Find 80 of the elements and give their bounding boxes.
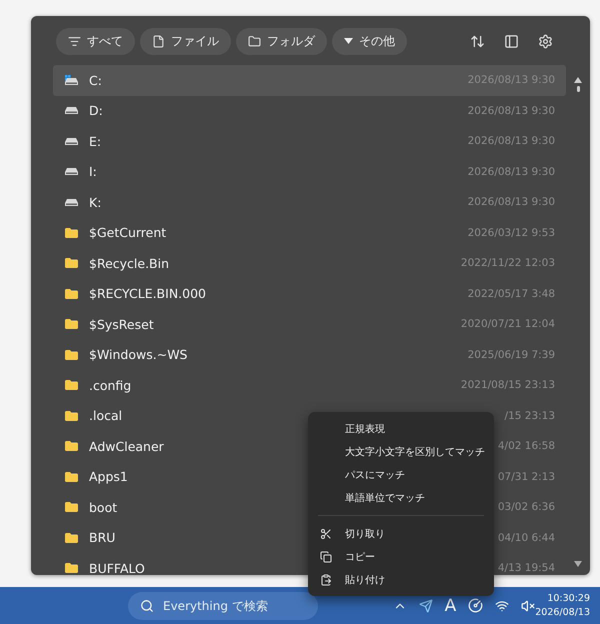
- menu-item[interactable]: コピー: [308, 545, 494, 568]
- folder-icon: [65, 288, 78, 299]
- file-name: $Recycle.Bin: [89, 256, 170, 271]
- modified-date: 2020/07/21 12:04: [460, 318, 556, 330]
- modified-date: 2026/03/12 9:53: [468, 226, 556, 239]
- file-name: K:: [89, 194, 102, 210]
- scroll-down-icon[interactable]: [574, 561, 582, 567]
- modified-date: 4/13 19:54: [498, 562, 556, 574]
- filter-chip[interactable]: その他: [332, 28, 407, 54]
- file-name: AdwCleaner: [89, 438, 164, 454]
- menu-item[interactable]: パスにマッチ: [308, 463, 494, 486]
- folder-icon: [65, 319, 78, 330]
- file-name: BUFFALO: [89, 560, 145, 575]
- modified-date: 2021/08/15 23:13: [460, 379, 556, 392]
- drive-icon: [65, 107, 78, 114]
- modified-date: 2026/08/13 9:30: [468, 104, 556, 117]
- menu-item[interactable]: 大文字小文字を区別してマッチ: [308, 440, 494, 463]
- modified-date: 2026/08/13 9:30: [468, 166, 556, 178]
- file-name: boot: [89, 500, 118, 515]
- gauge-icon[interactable]: [468, 598, 484, 613]
- clipboard-icon: [320, 574, 332, 586]
- search-box[interactable]: Everything で検索: [128, 592, 318, 620]
- modified-date: 2022/05/17 3:48: [468, 288, 556, 300]
- folder-icon: [65, 563, 78, 574]
- modified-date: 2025/06/19 7:39: [468, 348, 556, 361]
- drive-icon: [65, 198, 78, 206]
- scissors-icon: [320, 528, 332, 540]
- modified-date: 07/31 2:13: [498, 470, 556, 483]
- file-name: $GetCurrent: [89, 225, 166, 240]
- file-name: .local: [89, 408, 122, 424]
- file-name: I:: [89, 164, 97, 180]
- filter-chip[interactable]: すべて: [56, 28, 135, 54]
- menu-item[interactable]: 単語単位でマッチ: [308, 486, 494, 509]
- file-icon: [152, 34, 165, 48]
- file-name: $Windows.~WS: [89, 347, 188, 362]
- filter-chip[interactable]: フォルダ: [236, 28, 327, 54]
- muted-speaker-icon[interactable]: [521, 598, 536, 612]
- menu-item[interactable]: 貼り付け: [308, 568, 494, 591]
- search-field[interactable]: Everything で検索: [161, 598, 305, 614]
- file-name: Apps1: [89, 469, 128, 484]
- clock-date[interactable]: 2026/08/13: [535, 606, 590, 620]
- system-drive-icon: [65, 75, 78, 86]
- wifi-icon[interactable]: [495, 598, 510, 612]
- file-name: $SysReset: [89, 316, 154, 332]
- folder-icon: [65, 258, 78, 268]
- folder-icon: [65, 350, 78, 360]
- paper-plane-icon[interactable]: [418, 598, 433, 612]
- folder-icon: [65, 502, 78, 512]
- file-name: .config: [89, 378, 132, 393]
- scrollbar-thumb[interactable]: [576, 86, 580, 92]
- file-name: E:: [89, 134, 102, 149]
- folder-icon: [65, 410, 78, 421]
- folder-icon: [248, 34, 261, 48]
- modified-date: 2026/08/13 9:30: [468, 196, 556, 208]
- folder-icon: [65, 532, 78, 543]
- menu-item[interactable]: 正規表現: [308, 417, 494, 440]
- modified-date: /15 23:13: [504, 410, 556, 422]
- clock-time[interactable]: 10:30:29: [547, 592, 590, 606]
- caret-icon: [344, 38, 353, 44]
- search-icon: [140, 598, 154, 612]
- input-mode-indicator[interactable]: A: [444, 596, 456, 616]
- folder-icon: [65, 228, 78, 238]
- modified-date: 04/10 6:44: [498, 532, 556, 544]
- file-name: BRU: [89, 530, 116, 546]
- drive-icon: [65, 168, 78, 176]
- modified-date: 03/02 6:36: [498, 501, 556, 514]
- file-name: $RECYCLE.BIN.000: [89, 286, 206, 302]
- menu-item[interactable]: 切り取り: [308, 522, 494, 545]
- modified-date: 4/02 16:58: [498, 440, 556, 452]
- drive-icon: [65, 138, 78, 145]
- copy-icon: [320, 550, 332, 562]
- filter-chip[interactable]: ファイル: [140, 28, 231, 54]
- modified-date: 2026/08/13 9:30: [468, 135, 556, 148]
- folder-icon: [65, 472, 78, 482]
- list-icon: [68, 34, 81, 48]
- folder-icon: [65, 380, 78, 390]
- file-name: D:: [89, 103, 103, 118]
- modified-date: 2022/11/22 12:03: [460, 257, 556, 270]
- folder-icon: [65, 441, 78, 452]
- file-name: C:: [89, 72, 102, 88]
